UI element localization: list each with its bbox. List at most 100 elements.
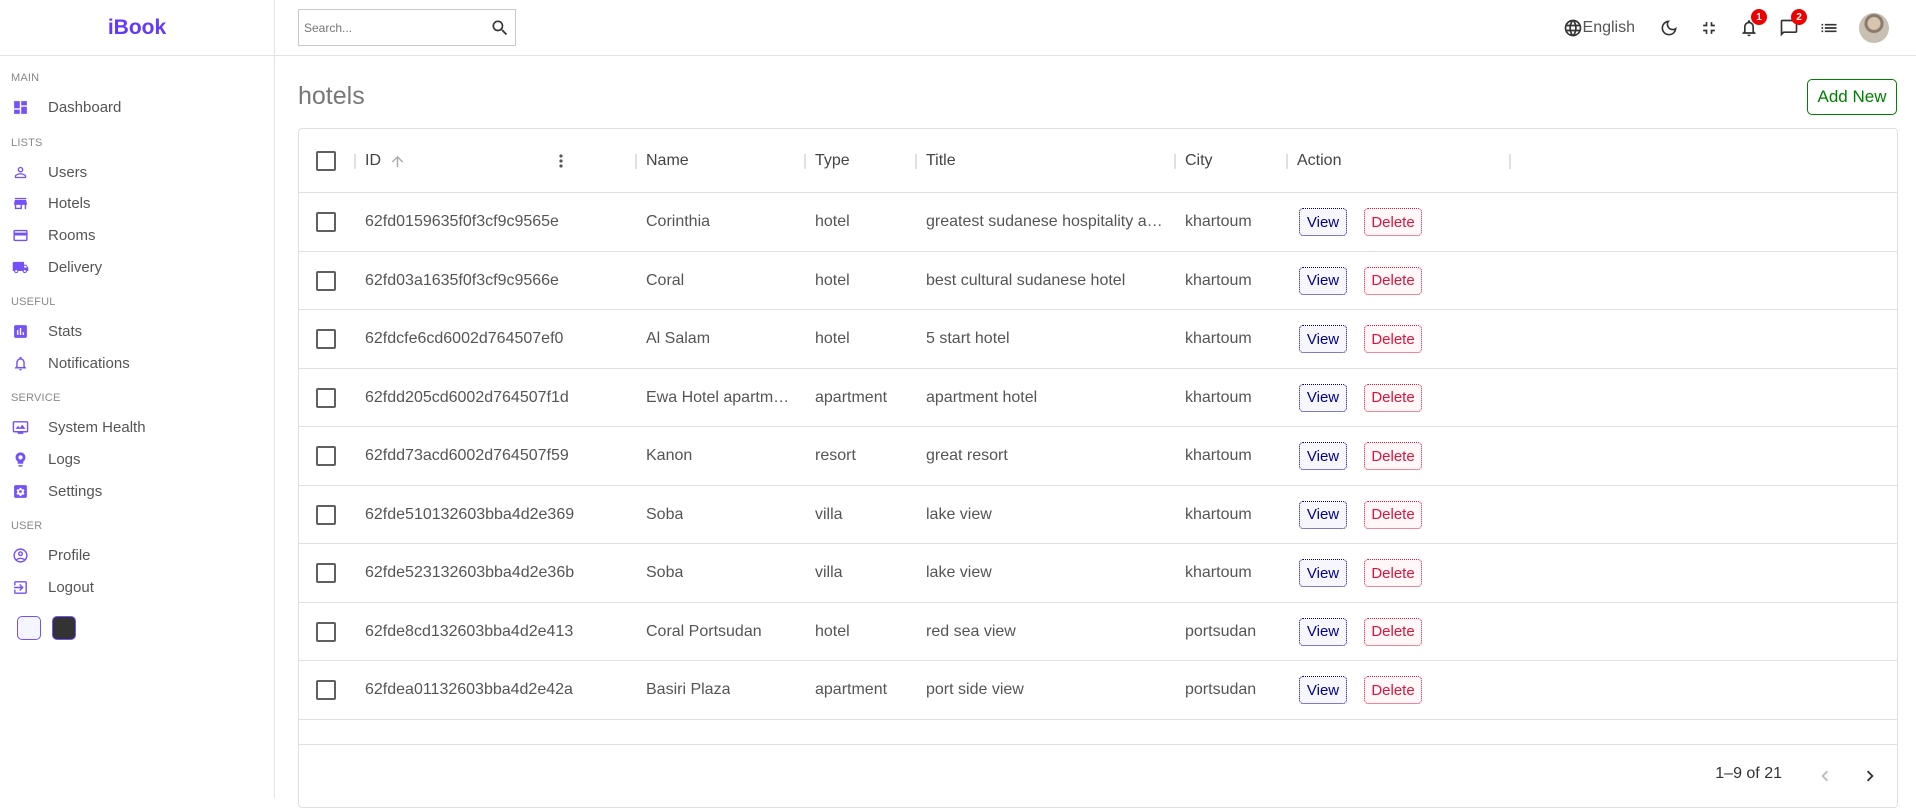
psychology-icon: [11, 451, 29, 469]
column-separator[interactable]: [1509, 154, 1511, 169]
app-logo[interactable]: iBook: [108, 16, 166, 40]
delete-button[interactable]: Delete: [1364, 617, 1422, 646]
view-button[interactable]: View: [1299, 266, 1347, 295]
dark-theme-option[interactable]: [52, 616, 76, 641]
column-header-name[interactable]: Name: [646, 129, 689, 193]
delete-button[interactable]: Delete: [1364, 266, 1422, 295]
table-row[interactable]: 62fde523132603bba4d2e36b Soba villa lake vi…: [299, 544, 1897, 603]
cell-name: Corinthia: [646, 213, 711, 230]
sidebar-item-notifications[interactable]: Notifications: [11, 348, 274, 380]
sidebar-item-profile[interactable]: Profile: [11, 540, 274, 572]
sidebar-section-title: USER: [11, 519, 43, 532]
list-button[interactable]: [1819, 18, 1839, 38]
cell-title: lake view: [926, 505, 992, 523]
row-checkbox[interactable]: [316, 270, 336, 291]
fullscreen-toggle[interactable]: [1699, 18, 1719, 38]
cell-type: hotel: [815, 622, 850, 640]
delete-button[interactable]: Delete: [1364, 500, 1422, 529]
sidebar-item-label: Stats: [48, 323, 83, 341]
sidebar-item-dashboard[interactable]: Dashboard: [11, 92, 274, 124]
sidebar-item-settings[interactable]: Settings: [11, 475, 274, 507]
row-checkbox[interactable]: [316, 563, 336, 583]
bar-chart-icon: [11, 323, 29, 341]
sidebar-item-logs[interactable]: Logs: [11, 444, 274, 476]
language-selector[interactable]: English: [1563, 18, 1635, 38]
delete-button[interactable]: Delete: [1364, 442, 1422, 470]
column-header-id[interactable]: ID: [365, 129, 406, 193]
column-separator[interactable]: [1174, 154, 1176, 169]
search-icon[interactable]: [489, 17, 511, 39]
cell-id: 62fde510132603bba4d2e369: [365, 505, 575, 523]
navbar-items: English 1 2: [1563, 0, 1916, 56]
delete-button[interactable]: Delete: [1364, 325, 1422, 353]
sidebar-item-hotels[interactable]: Hotels: [11, 188, 274, 220]
delete-button[interactable]: Delete: [1364, 559, 1422, 587]
cell-id: 62fd0159635f0f3cf9c9565e: [365, 213, 559, 230]
view-button[interactable]: View: [1299, 676, 1347, 704]
column-separator[interactable]: [1286, 154, 1288, 169]
account-circle-icon: [11, 547, 29, 565]
sidebar-item-label: Settings: [48, 482, 103, 500]
row-checkbox[interactable]: [316, 621, 336, 642]
row-checkbox[interactable]: [316, 387, 336, 408]
list-icon: [1821, 23, 1837, 33]
cell-type: hotel: [815, 330, 850, 347]
sidebar-item-system-health[interactable]: System Health: [11, 412, 274, 444]
table-row[interactable]: 62fde510132603bba4d2e369 Soba villa lake vi…: [299, 486, 1897, 544]
avatar[interactable]: [1859, 13, 1889, 43]
cell-city: khartoum: [1185, 388, 1252, 406]
column-header-city[interactable]: City: [1185, 129, 1213, 193]
column-menu-icon[interactable]: [551, 129, 571, 193]
row-checkbox[interactable]: [316, 329, 336, 349]
sidebar-item-logout[interactable]: Logout: [11, 572, 274, 604]
cell-city: khartoum: [1185, 271, 1252, 289]
add-new-button[interactable]: Add New: [1807, 79, 1897, 115]
table-row[interactable]: 62fdd205cd6002d764507f1d Ewa Hotel apartm…: [299, 369, 1897, 427]
sidebar-item-delivery[interactable]: Delivery: [11, 251, 274, 283]
column-separator[interactable]: [354, 154, 356, 169]
cell-name: Ewa Hotel apartm…: [646, 388, 790, 406]
row-checkbox[interactable]: [316, 680, 336, 700]
column-header-type[interactable]: Type: [815, 129, 850, 193]
notifications-button[interactable]: 1: [1739, 9, 1767, 38]
table-row[interactable]: 62fdea01132603bba4d2e42a Basiri Plaza apar…: [299, 661, 1897, 720]
view-button[interactable]: View: [1299, 383, 1347, 412]
view-button[interactable]: View: [1299, 559, 1347, 587]
view-button[interactable]: View: [1299, 442, 1347, 470]
previous-page-button[interactable]: [1811, 762, 1839, 790]
row-checkbox[interactable]: [316, 446, 336, 466]
sidebar-item-rooms[interactable]: Rooms: [11, 220, 274, 252]
sidebar-item-users[interactable]: Users: [11, 157, 274, 189]
cell-city: khartoum: [1185, 330, 1252, 347]
light-theme-option[interactable]: [17, 616, 41, 641]
row-checkbox[interactable]: [316, 212, 336, 232]
view-button[interactable]: View: [1299, 325, 1347, 353]
column-separator[interactable]: [635, 154, 637, 169]
logout-icon: [11, 578, 29, 596]
sidebar-section-useful: USEFUL Stats Notifications: [11, 296, 274, 379]
table-row[interactable]: 62fde8cd132603bba4d2e413 Coral Portsudan h…: [299, 603, 1897, 661]
messages-badge: 2: [1791, 9, 1807, 25]
row-checkbox[interactable]: [316, 504, 336, 525]
view-button[interactable]: View: [1299, 617, 1347, 646]
dark-mode-toggle[interactable]: [1659, 18, 1679, 38]
table-row[interactable]: 62fd0159635f0f3cf9c9565e Corinthia hotel gr…: [299, 193, 1897, 252]
column-header-title[interactable]: Title: [926, 129, 956, 193]
delete-button[interactable]: Delete: [1364, 676, 1422, 704]
table-row[interactable]: 62fdcfe6cd6002d764507ef0 Al Salam hotel 5 s…: [299, 310, 1897, 369]
sidebar-item-stats[interactable]: Stats: [11, 316, 274, 348]
column-header-action[interactable]: Action: [1297, 129, 1341, 193]
delete-button[interactable]: Delete: [1364, 383, 1422, 412]
delete-button[interactable]: Delete: [1364, 208, 1422, 236]
table-row[interactable]: 62fdd73acd6002d764507f59 Kanon resort great…: [299, 427, 1897, 486]
view-button[interactable]: View: [1299, 208, 1347, 236]
next-page-button[interactable]: [1856, 762, 1884, 790]
column-separator[interactable]: [915, 154, 917, 169]
search-input[interactable]: [304, 20, 489, 35]
view-button[interactable]: View: [1299, 500, 1347, 529]
cell-type: villa: [815, 505, 843, 523]
column-separator[interactable]: [804, 154, 806, 169]
select-all-checkbox[interactable]: [316, 151, 336, 171]
table-row[interactable]: 62fd03a1635f0f3cf9c9566e Coral hotel best c…: [299, 252, 1897, 310]
messages-button[interactable]: 2: [1779, 9, 1807, 38]
